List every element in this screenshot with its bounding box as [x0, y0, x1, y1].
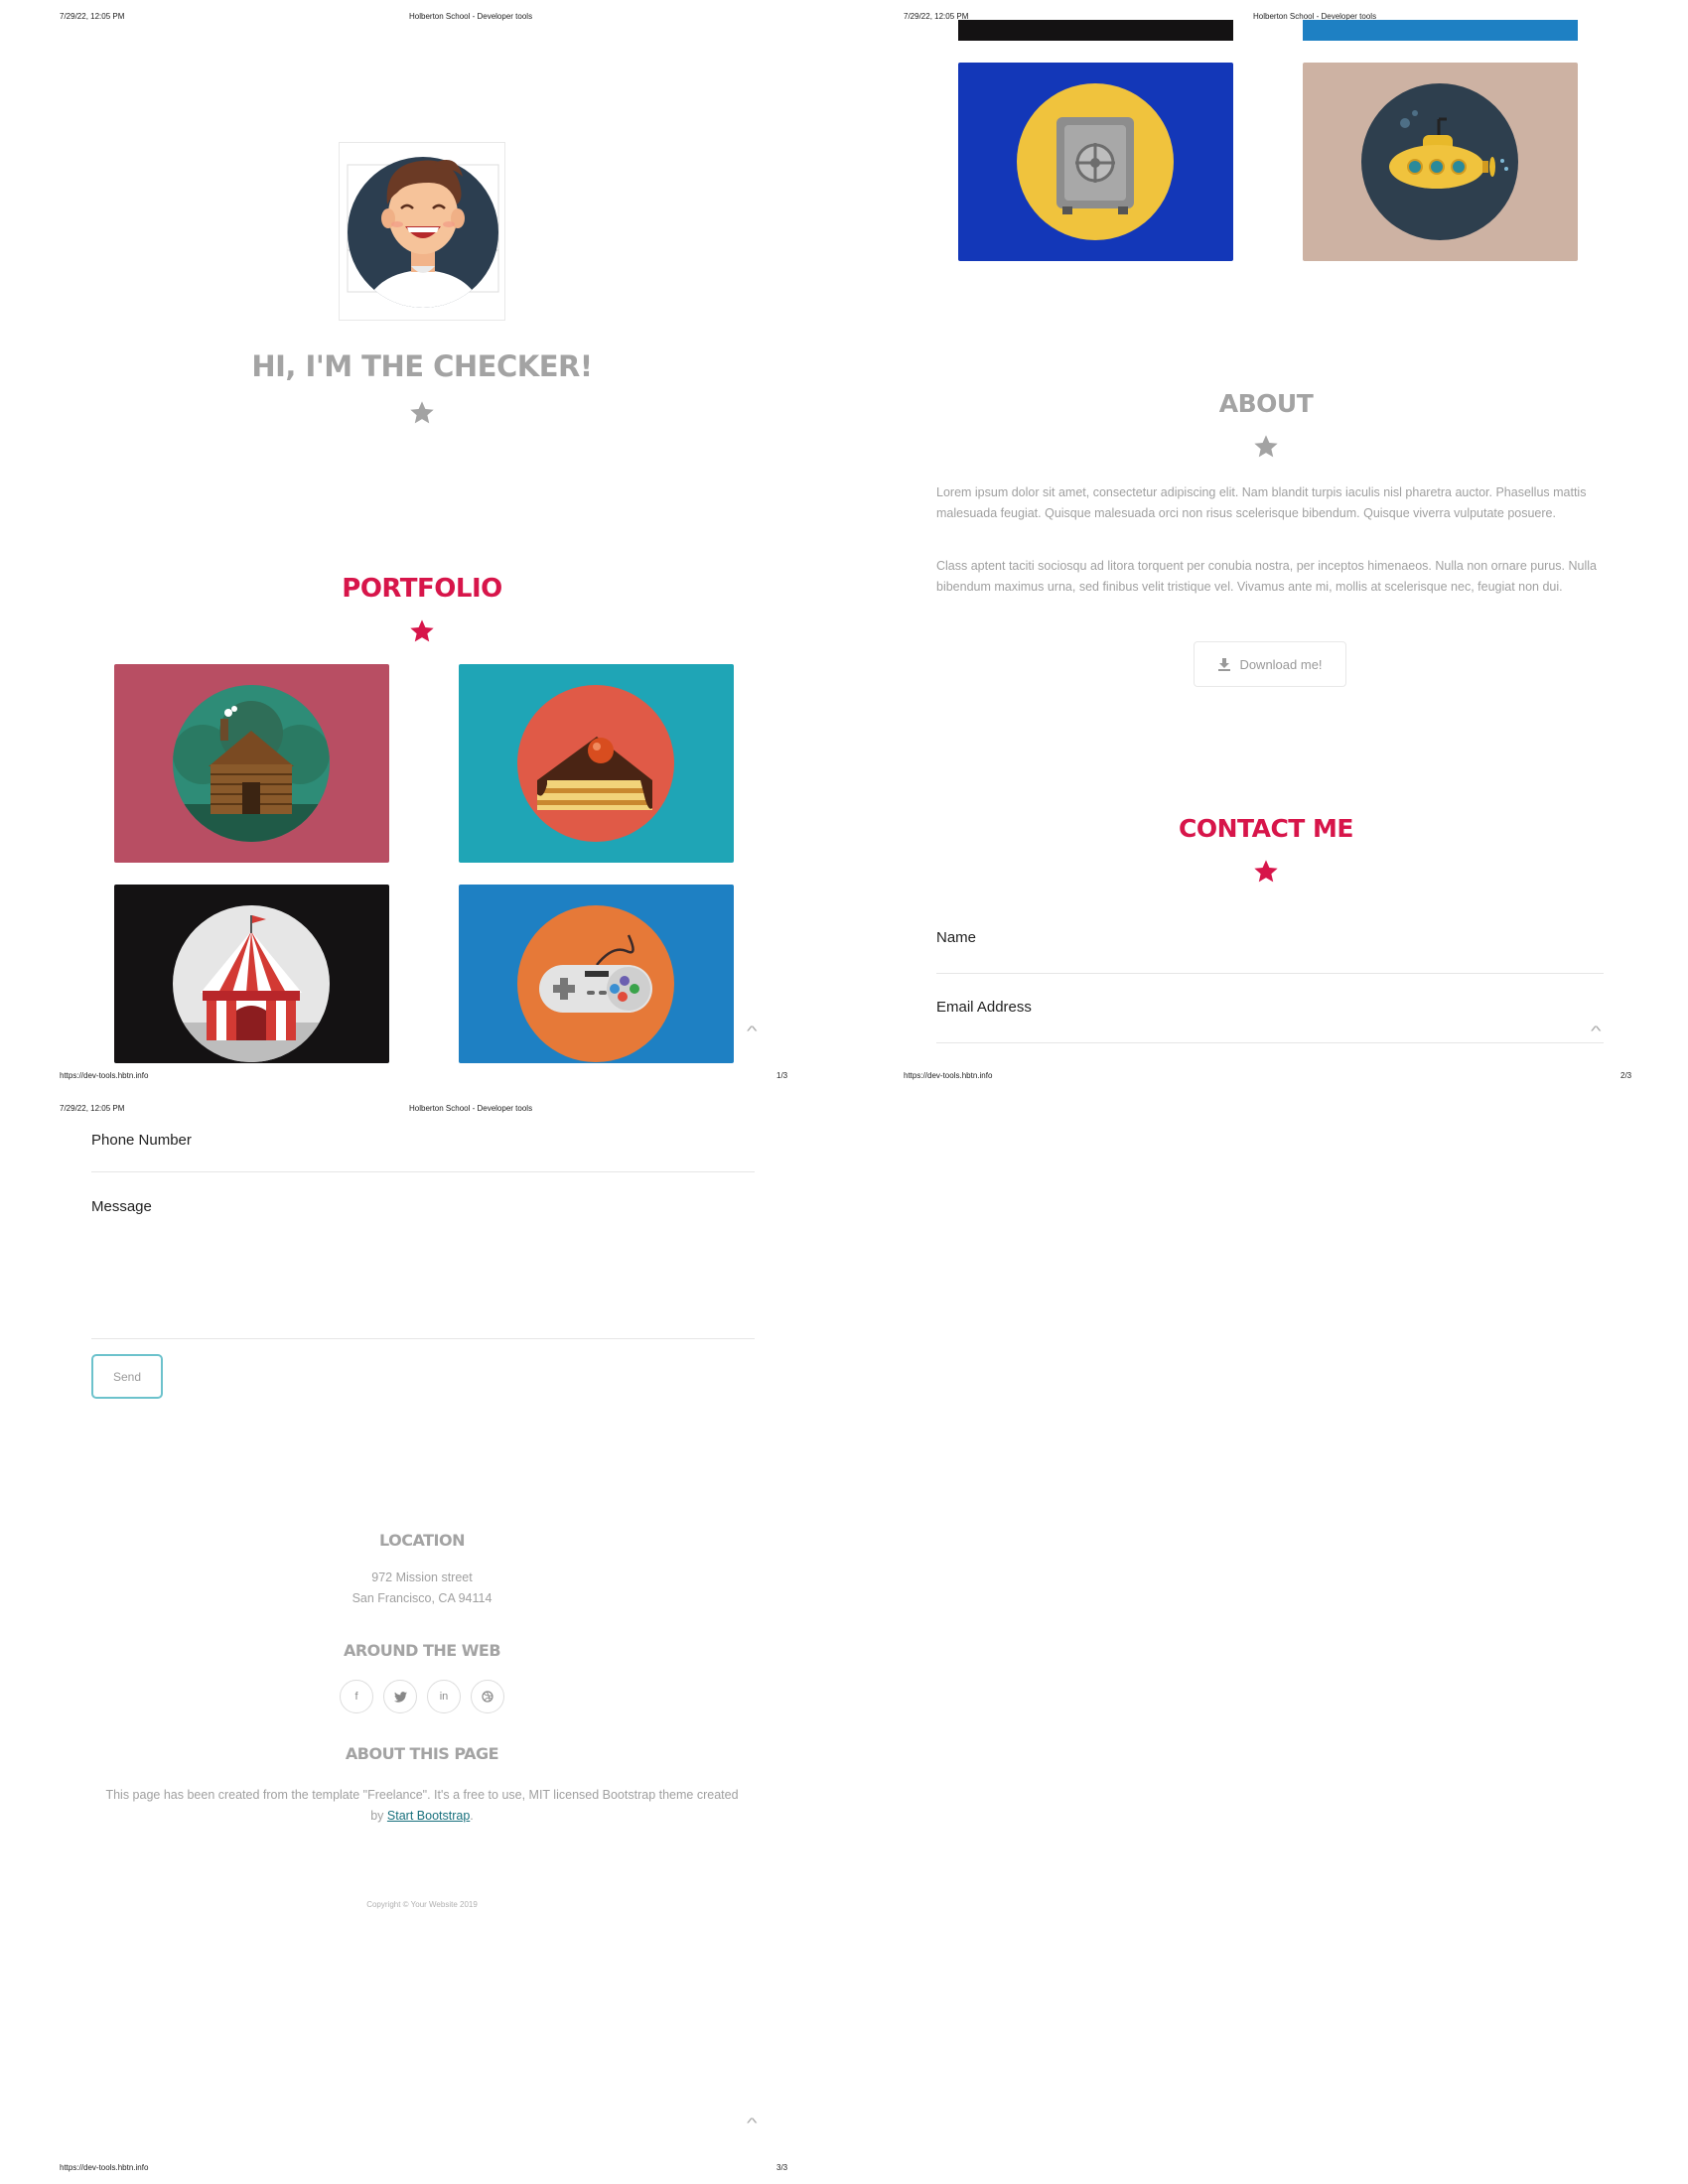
- about-paragraph-1: Lorem ipsum dolor sit amet, consectetur …: [936, 485, 1587, 520]
- print-page-number: 2/3: [1620, 1071, 1632, 1080]
- name-field-underline: [936, 973, 1604, 974]
- print-datetime: 7/29/22, 12:05 PM: [60, 1104, 125, 1113]
- scroll-to-top-icon[interactable]: ^: [1591, 1023, 1602, 1038]
- twitter-icon[interactable]: [383, 1680, 417, 1713]
- scroll-to-top-icon[interactable]: ^: [747, 2115, 758, 2130]
- print-doc-title: Holberton School - Developer tools: [409, 1104, 533, 1113]
- print-page-number: 1/3: [776, 1071, 788, 1080]
- linkedin-icon[interactable]: in: [427, 1680, 461, 1713]
- cake-icon: [517, 685, 674, 842]
- download-icon: [1217, 657, 1231, 671]
- game-controller-icon: [517, 905, 674, 1062]
- print-url: https://dev-tools.hbtn.info: [904, 1071, 993, 1080]
- print-page-1: 7/29/22, 12:05 PM Holberton School - Dev…: [0, 0, 844, 1092]
- star-divider-icon: [1252, 858, 1280, 886]
- star-divider-icon: [408, 617, 436, 645]
- about-paragraph-2: Class aptent taciti sociosqu ad litora t…: [936, 559, 1597, 594]
- copyright: Copyright © Your Website 2019: [366, 1900, 478, 1909]
- about-page-period: .: [470, 1809, 474, 1823]
- portfolio-item-safe[interactable]: [958, 63, 1233, 261]
- location-title: LOCATION: [379, 1531, 465, 1550]
- email-field-underline: [936, 1042, 1604, 1043]
- star-divider-icon: [1252, 433, 1280, 461]
- portfolio-item-cake[interactable]: [459, 664, 734, 863]
- safe-icon: [1017, 83, 1174, 240]
- portfolio-item-controller-bottom: [958, 20, 1233, 41]
- print-page-3: 7/29/22, 12:05 PM Holberton School - Dev…: [0, 1092, 844, 2184]
- around-web-title: AROUND THE WEB: [343, 1641, 501, 1660]
- print-datetime: 7/29/22, 12:05 PM: [60, 12, 125, 21]
- scroll-to-top-icon[interactable]: ^: [747, 1023, 758, 1038]
- portfolio-item-tile-bottom: [1303, 20, 1578, 41]
- print-url: https://dev-tools.hbtn.info: [60, 1071, 149, 1080]
- download-button-label: Download me!: [1239, 656, 1323, 672]
- phone-field[interactable]: Phone Number: [91, 1132, 192, 1149]
- star-divider-icon: [408, 399, 436, 427]
- message-field-underline: [91, 1338, 755, 1339]
- cabin-icon: [173, 685, 330, 842]
- about-page-title: ABOUT THIS PAGE: [345, 1744, 499, 1763]
- email-field[interactable]: Email Address: [936, 999, 1032, 1016]
- submarine-icon: [1361, 83, 1518, 240]
- about-title: ABOUT: [1218, 389, 1314, 418]
- send-button[interactable]: Send: [91, 1354, 163, 1399]
- hero-title: HI, I'M THE CHECKER!: [251, 349, 593, 383]
- portfolio-item-circus[interactable]: [114, 885, 389, 1063]
- print-page-number: 3/3: [776, 2163, 788, 2172]
- facebook-icon[interactable]: f: [340, 1680, 373, 1713]
- download-button[interactable]: Download me!: [1194, 641, 1346, 687]
- portfolio-item-submarine[interactable]: [1303, 63, 1578, 261]
- print-page-2: 7/29/22, 12:05 PM Holberton School - Dev…: [844, 0, 1688, 1092]
- address-line-1: 972 Mission street: [371, 1570, 473, 1584]
- portfolio-item-cabin[interactable]: [114, 664, 389, 863]
- message-field[interactable]: Message: [91, 1198, 152, 1215]
- dribbble-icon[interactable]: [471, 1680, 504, 1713]
- contact-title: CONTACT ME: [1178, 814, 1354, 843]
- print-url: https://dev-tools.hbtn.info: [60, 2163, 149, 2172]
- portfolio-title: PORTFOLIO: [342, 574, 502, 604]
- name-field[interactable]: Name: [936, 929, 976, 946]
- avatar: [339, 142, 505, 321]
- circus-tent-icon: [173, 905, 330, 1062]
- phone-field-underline: [91, 1171, 755, 1172]
- print-doc-title: Holberton School - Developer tools: [409, 12, 533, 21]
- address-line-2: San Francisco, CA 94114: [352, 1591, 492, 1605]
- start-bootstrap-link[interactable]: Start Bootstrap: [387, 1809, 470, 1823]
- portfolio-item-controller[interactable]: [459, 885, 734, 1063]
- about-page-text: This page has been created from the temp…: [99, 1785, 745, 1827]
